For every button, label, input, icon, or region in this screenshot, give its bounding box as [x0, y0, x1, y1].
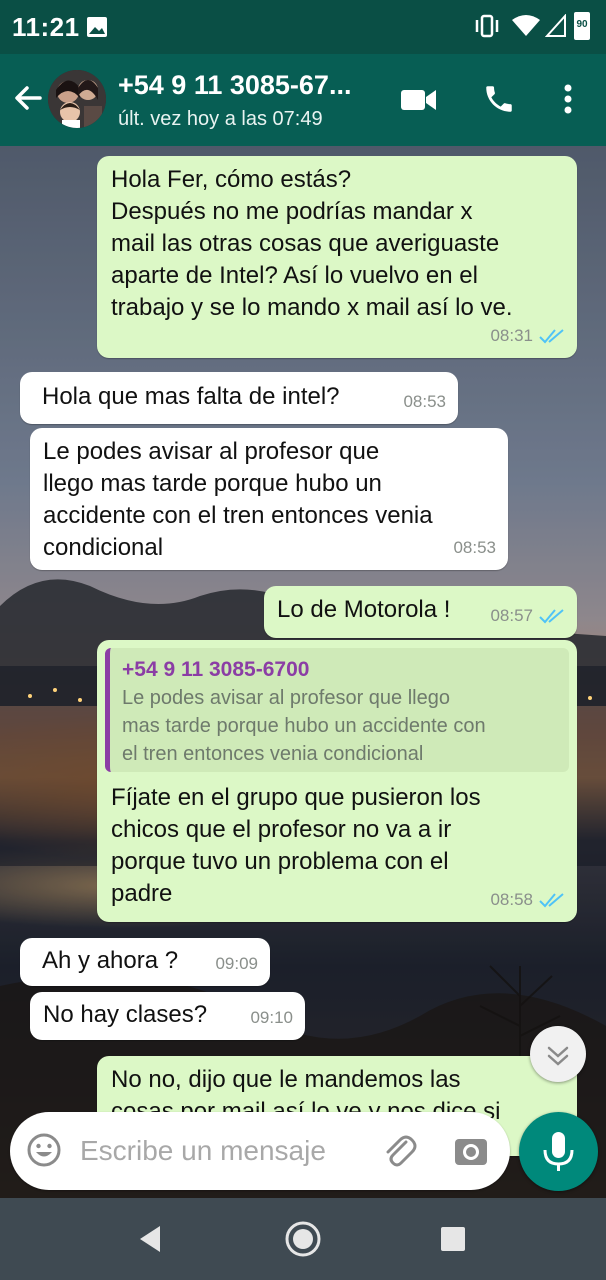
- read-receipt-icon: [539, 329, 564, 344]
- quoted-message[interactable]: +54 9 11 3085-6700 Le podes avisar al pr…: [105, 648, 569, 772]
- chevron-down-icon: [547, 1046, 569, 1066]
- message-meta: 08:31: [490, 320, 565, 352]
- system-navigation-bar: [0, 1198, 606, 1280]
- vibrate-icon: [475, 14, 499, 38]
- message-text: Fíjate en el grupo que pusieron los chic…: [111, 784, 481, 907]
- status-time: 11:21: [12, 12, 80, 42]
- contact-name[interactable]: +54 9 11 3085-67...: [118, 70, 388, 101]
- more-options-icon[interactable]: [560, 82, 576, 116]
- message-text: Le podes avisar al profesor que llego ma…: [43, 438, 433, 561]
- message-text: Hola Fer, cómo estás? Después no me podr…: [111, 166, 513, 321]
- camera-icon[interactable]: [452, 1132, 490, 1170]
- scroll-to-bottom-button[interactable]: [530, 1026, 586, 1082]
- message-input[interactable]: [80, 1128, 360, 1174]
- message-meta: 09:10: [250, 1002, 293, 1034]
- quote-author: +54 9 11 3085-6700: [122, 658, 310, 681]
- battery-icon: 90: [574, 12, 590, 40]
- avatar[interactable]: [48, 70, 106, 128]
- message-meta: 08:57: [490, 600, 565, 632]
- message-composer[interactable]: [10, 1112, 510, 1190]
- message-bubble-incoming[interactable]: Hola que mas falta de intel? 08:53: [20, 372, 458, 424]
- attach-clip-icon[interactable]: [380, 1132, 418, 1170]
- nav-back-icon[interactable]: [136, 1224, 164, 1254]
- status-bar: 11:21 90: [0, 0, 606, 54]
- voice-message-button[interactable]: [519, 1112, 598, 1191]
- message-time: 08:31: [490, 326, 533, 345]
- message-meta: 08:53: [453, 532, 496, 564]
- message-bubble-incoming[interactable]: Le podes avisar al profesor que llego ma…: [30, 428, 508, 570]
- read-receipt-icon: [539, 893, 564, 908]
- avatar-photo: [48, 70, 106, 128]
- message-bubble-outgoing[interactable]: Hola Fer, cómo estás? Después no me podr…: [97, 156, 577, 358]
- message-time: 08:57: [490, 606, 533, 625]
- quote-text: Le podes avisar al profesor que llego ma…: [122, 687, 486, 765]
- message-meta: 08:53: [403, 386, 446, 418]
- message-time: 08:53: [403, 392, 446, 411]
- message-meta: 08:58: [490, 884, 565, 916]
- phone-icon[interactable]: [482, 82, 516, 116]
- back-arrow-icon[interactable]: [10, 80, 46, 116]
- message-time: 09:09: [215, 954, 258, 973]
- message-time: 08:58: [490, 890, 533, 909]
- nav-recents-icon[interactable]: [440, 1226, 466, 1252]
- last-seen-status: últ. vez hoy a las 07:49: [118, 108, 323, 130]
- emoji-icon[interactable]: [26, 1132, 62, 1168]
- message-bubble-outgoing[interactable]: Lo de Motorola ! 08:57: [264, 586, 577, 638]
- chat-header: +54 9 11 3085-67... últ. vez hoy a las 0…: [0, 54, 606, 146]
- video-call-icon[interactable]: [400, 86, 438, 114]
- message-bubble-incoming[interactable]: Ah y ahora ? 09:09: [20, 938, 270, 986]
- read-receipt-icon: [539, 609, 564, 624]
- battery-level: 90: [576, 19, 588, 30]
- nav-home-icon[interactable]: [284, 1220, 322, 1258]
- cell-signal-icon: [545, 14, 566, 37]
- mic-icon: [543, 1132, 574, 1171]
- message-bubble-outgoing-reply[interactable]: +54 9 11 3085-6700 Le podes avisar al pr…: [97, 640, 577, 922]
- wifi-icon: [512, 15, 540, 36]
- message-bubble-incoming[interactable]: No hay clases? 09:10: [30, 992, 305, 1040]
- message-text: Hola que mas falta de intel?: [42, 383, 340, 410]
- image-notification-icon: [87, 17, 107, 37]
- message-time: 08:53: [453, 538, 496, 557]
- message-time: 09:10: [250, 1008, 293, 1027]
- chat-area[interactable]: Hola Fer, cómo estás? Después no me podr…: [0, 146, 606, 1198]
- message-meta: 09:09: [215, 948, 258, 980]
